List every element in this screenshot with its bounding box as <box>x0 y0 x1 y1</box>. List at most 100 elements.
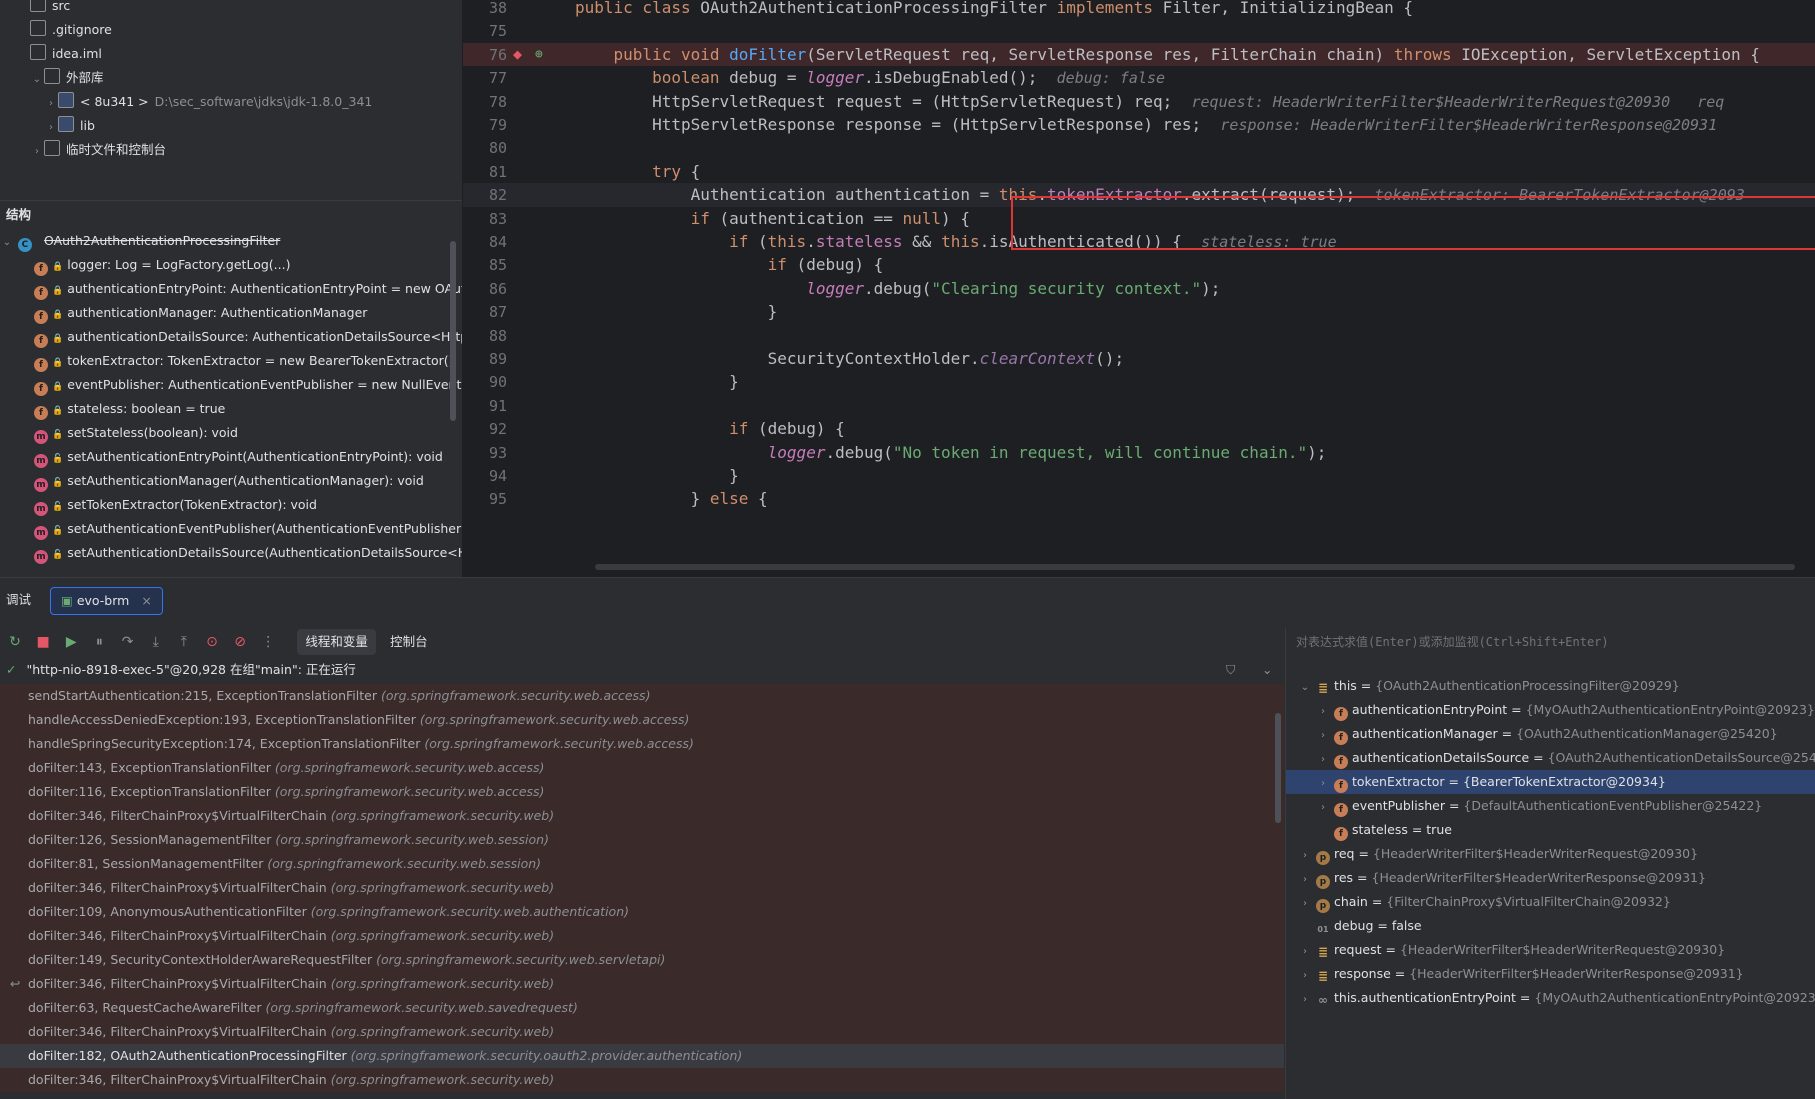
code-line[interactable]: 92 if (debug) { <box>463 417 1815 440</box>
variable-item[interactable]: › f authenticationDetailsSource = {OAuth2A… <box>1286 746 1815 770</box>
variable-item[interactable]: › ≣ request = {HeaderWriterFilter$HeaderWr… <box>1286 938 1815 962</box>
stack-frame[interactable]: doFilter:346, FilterChainProxy$VirtualFi… <box>0 1068 1284 1092</box>
pause-icon[interactable]: ⏸ <box>90 628 108 656</box>
thread-selector[interactable]: ✓ "http-nio-8918-exec-5"@20,928 在组"main"… <box>0 656 1284 684</box>
chevron-right-icon[interactable]: › <box>1316 700 1330 724</box>
chevron-down-icon[interactable]: ⌄ <box>0 231 14 253</box>
tab-threads-variables[interactable]: 线程和变量 <box>297 629 376 655</box>
chevron-down-icon[interactable]: ⌄ <box>1262 656 1272 684</box>
code-line[interactable]: 93 logger.debug("No token in request, wi… <box>463 441 1815 464</box>
structure-member[interactable]: f 🔒 authenticationDetailsSource: Authentic… <box>0 325 462 349</box>
chevron-right-icon[interactable]: › <box>1316 772 1330 796</box>
filter-icon[interactable]: ⛉ <box>1226 656 1235 684</box>
chevron-right-icon[interactable]: › <box>1316 724 1330 748</box>
code-line[interactable]: 75 <box>463 19 1815 42</box>
stack-frame[interactable]: ↩ doFilter:346, FilterChainProxy$VirtualF… <box>0 972 1284 996</box>
step-into-icon[interactable]: ⤓ <box>147 628 165 656</box>
chevron-right-icon[interactable]: › <box>1298 844 1312 868</box>
stack-frame[interactable]: doFilter:143, ExceptionTranslationFilter… <box>0 756 1284 780</box>
breakpoint-icon[interactable]: ◆ <box>513 43 522 66</box>
stack-frame[interactable]: doFilter:346, FilterChainProxy$VirtualFi… <box>0 876 1284 900</box>
project-tree-item[interactable]: ⌄ 外部库 <box>0 66 462 90</box>
code-line[interactable]: 38 public class OAuth2AuthenticationProce… <box>463 0 1815 19</box>
stack-frame[interactable]: handleAccessDeniedException:193, Excepti… <box>0 708 1284 732</box>
variable-item[interactable]: › f authenticationManager = {OAuth2Authent… <box>1286 722 1815 746</box>
code-line[interactable]: 80 <box>463 136 1815 159</box>
variable-item[interactable]: › f eventPublisher = {DefaultAuthenticatio… <box>1286 794 1815 818</box>
structure-member[interactable]: f 🔒 authenticationManager: AuthenticationM… <box>0 301 462 325</box>
stack-frame[interactable]: handleSpringSecurityException:174, Excep… <box>0 732 1284 756</box>
more-icon[interactable]: ⋮ <box>259 628 277 656</box>
code-line[interactable]: 79 HttpServletResponse response = (HttpS… <box>463 113 1815 136</box>
code-editor[interactable]: 38 public class OAuth2AuthenticationProce… <box>463 0 1815 576</box>
project-tree-item[interactable]: src <box>0 0 462 18</box>
chevron-down-icon[interactable]: ⌄ <box>1298 676 1312 700</box>
mute-breakpoints-icon[interactable]: ⊘ <box>231 628 249 656</box>
structure-member[interactable]: m 🔓 setAuthenticationEntryPoint(Authentica… <box>0 445 462 469</box>
structure-member[interactable]: f 🔒 authenticationEntryPoint: Authenticati… <box>0 277 462 301</box>
stack-frame[interactable]: doFilter:149, SecurityContextHolderAware… <box>0 948 1284 972</box>
structure-member[interactable]: m 🔓 setStateless(boolean): void <box>0 421 462 445</box>
code-line[interactable]: 90 } <box>463 370 1815 393</box>
code-line[interactable]: 78 HttpServletRequest request = (HttpSer… <box>463 90 1815 113</box>
code-line[interactable]: 85 if (debug) { <box>463 253 1815 276</box>
project-tree-item[interactable]: idea.iml <box>0 42 462 66</box>
code-line[interactable]: 88 <box>463 324 1815 347</box>
structure-member[interactable]: f 🔒 tokenExtractor: TokenExtractor = new B… <box>0 349 462 373</box>
code-line[interactable]: 95 } else { <box>463 487 1815 510</box>
project-tree-item[interactable]: › 临时文件和控制台 <box>0 138 462 162</box>
variable-item[interactable]: › p chain = {FilterChainProxy$VirtualFilte… <box>1286 890 1815 914</box>
stack-frame[interactable]: doFilter:63, RequestCacheAwareFilter (or… <box>0 996 1284 1020</box>
chevron-right-icon[interactable]: › <box>44 92 58 116</box>
stack-frame[interactable]: sendStartAuthentication:215, ExceptionTr… <box>0 684 1284 708</box>
stack-frame[interactable]: doFilter:109, AnonymousAuthenticationFil… <box>0 900 1284 924</box>
structure-member[interactable]: m 🔓 setAuthenticationEventPublisher(Authen… <box>0 517 462 541</box>
stack-frame[interactable]: doFilter:346, FilterChainProxy$VirtualFi… <box>0 1020 1284 1044</box>
stack-frame[interactable]: doFilter:346, FilterChainProxy$VirtualFi… <box>0 804 1284 828</box>
stack-frame[interactable]: doFilter:346, FilterChainProxy$VirtualFi… <box>0 924 1284 948</box>
code-line[interactable]: 89 SecurityContextHolder.clearContext(); <box>463 347 1815 370</box>
code-line[interactable]: 76 ◆ ⊕ public void doFilter(ServletRequest… <box>463 42 1815 67</box>
structure-member[interactable]: m 🔓 setAuthenticationManager(Authenticatio… <box>0 469 462 493</box>
stack-frame[interactable]: doFilter:182, OAuth2AuthenticationProces… <box>0 1044 1284 1068</box>
chevron-right-icon[interactable]: › <box>1316 796 1330 820</box>
session-tab[interactable]: ▣ evo-brm × <box>50 587 163 615</box>
structure-member[interactable]: m 🔓 setAuthenticationDetailsSource(Authent… <box>0 541 462 565</box>
variable-item[interactable]: › p res = {HeaderWriterFilter$HeaderWriter… <box>1286 866 1815 890</box>
project-tree-item[interactable]: › < 8u341 > D:\sec_software\jdks\jdk-1.8.0… <box>0 90 462 114</box>
code-line[interactable]: 81 try { <box>463 160 1815 183</box>
editor-hscrollbar[interactable] <box>595 564 1795 570</box>
variable-item[interactable]: › ≣ response = {HeaderWriterFilter$HeaderW… <box>1286 962 1815 986</box>
step-out-icon[interactable]: ⤒ <box>175 628 193 656</box>
chevron-right-icon[interactable]: › <box>30 140 44 164</box>
stack-frame[interactable]: doFilter:81, SessionManagementFilter (or… <box>0 852 1284 876</box>
chevron-right-icon[interactable]: › <box>1298 892 1312 916</box>
chevron-right-icon[interactable]: › <box>44 116 58 140</box>
variable-item[interactable]: › f tokenExtractor = {BearerTokenExtractor… <box>1286 770 1815 794</box>
frames-scrollbar[interactable] <box>1275 713 1281 823</box>
stack-frame[interactable]: doFilter:126, SessionManagementFilter (o… <box>0 828 1284 852</box>
variable-item[interactable]: › p req = {HeaderWriterFilter$HeaderWriter… <box>1286 842 1815 866</box>
code-line[interactable]: 87 } <box>463 300 1815 323</box>
structure-member[interactable]: m 🔓 setTokenExtractor(TokenExtractor): voi… <box>0 493 462 517</box>
close-icon[interactable]: × <box>141 593 151 608</box>
step-over-icon[interactable]: ↷ <box>119 628 137 656</box>
project-tree-item[interactable]: › lib <box>0 114 462 138</box>
structure-member[interactable]: f 🔒 stateless: boolean = true <box>0 397 462 421</box>
view-breakpoints-icon[interactable]: ⊙ <box>203 628 221 656</box>
structure-member[interactable]: f 🔒 logger: Log = LogFactory.getLog(...) <box>0 253 462 277</box>
override-icon[interactable]: ⊕ <box>535 43 543 66</box>
evaluate-input[interactable]: 对表达式求值(Enter)或添加监视(Ctrl+Shift+Enter) <box>1285 628 1815 657</box>
structure-scrollbar[interactable] <box>450 241 456 421</box>
project-tree-item[interactable]: .gitignore <box>0 18 462 42</box>
tab-console[interactable]: 控制台 <box>390 628 428 656</box>
variable-item[interactable]: f stateless = true <box>1286 818 1815 842</box>
code-line[interactable]: 77 boolean debug = logger.isDebugEnabled… <box>463 66 1815 89</box>
variable-item[interactable]: › f authenticationEntryPoint = {MyOAuth2Au… <box>1286 698 1815 722</box>
code-line[interactable]: 86 logger.debug("Clearing security conte… <box>463 277 1815 300</box>
chevron-right-icon[interactable]: › <box>1298 940 1312 964</box>
stack-frame[interactable]: doFilter:116, ExceptionTranslationFilter… <box>0 780 1284 804</box>
variable-item[interactable]: ⌄ ≣ this = {OAuth2AuthenticationProcessing… <box>1286 674 1815 698</box>
chevron-right-icon[interactable]: › <box>1316 748 1330 772</box>
chevron-right-icon[interactable]: › <box>1298 964 1312 988</box>
